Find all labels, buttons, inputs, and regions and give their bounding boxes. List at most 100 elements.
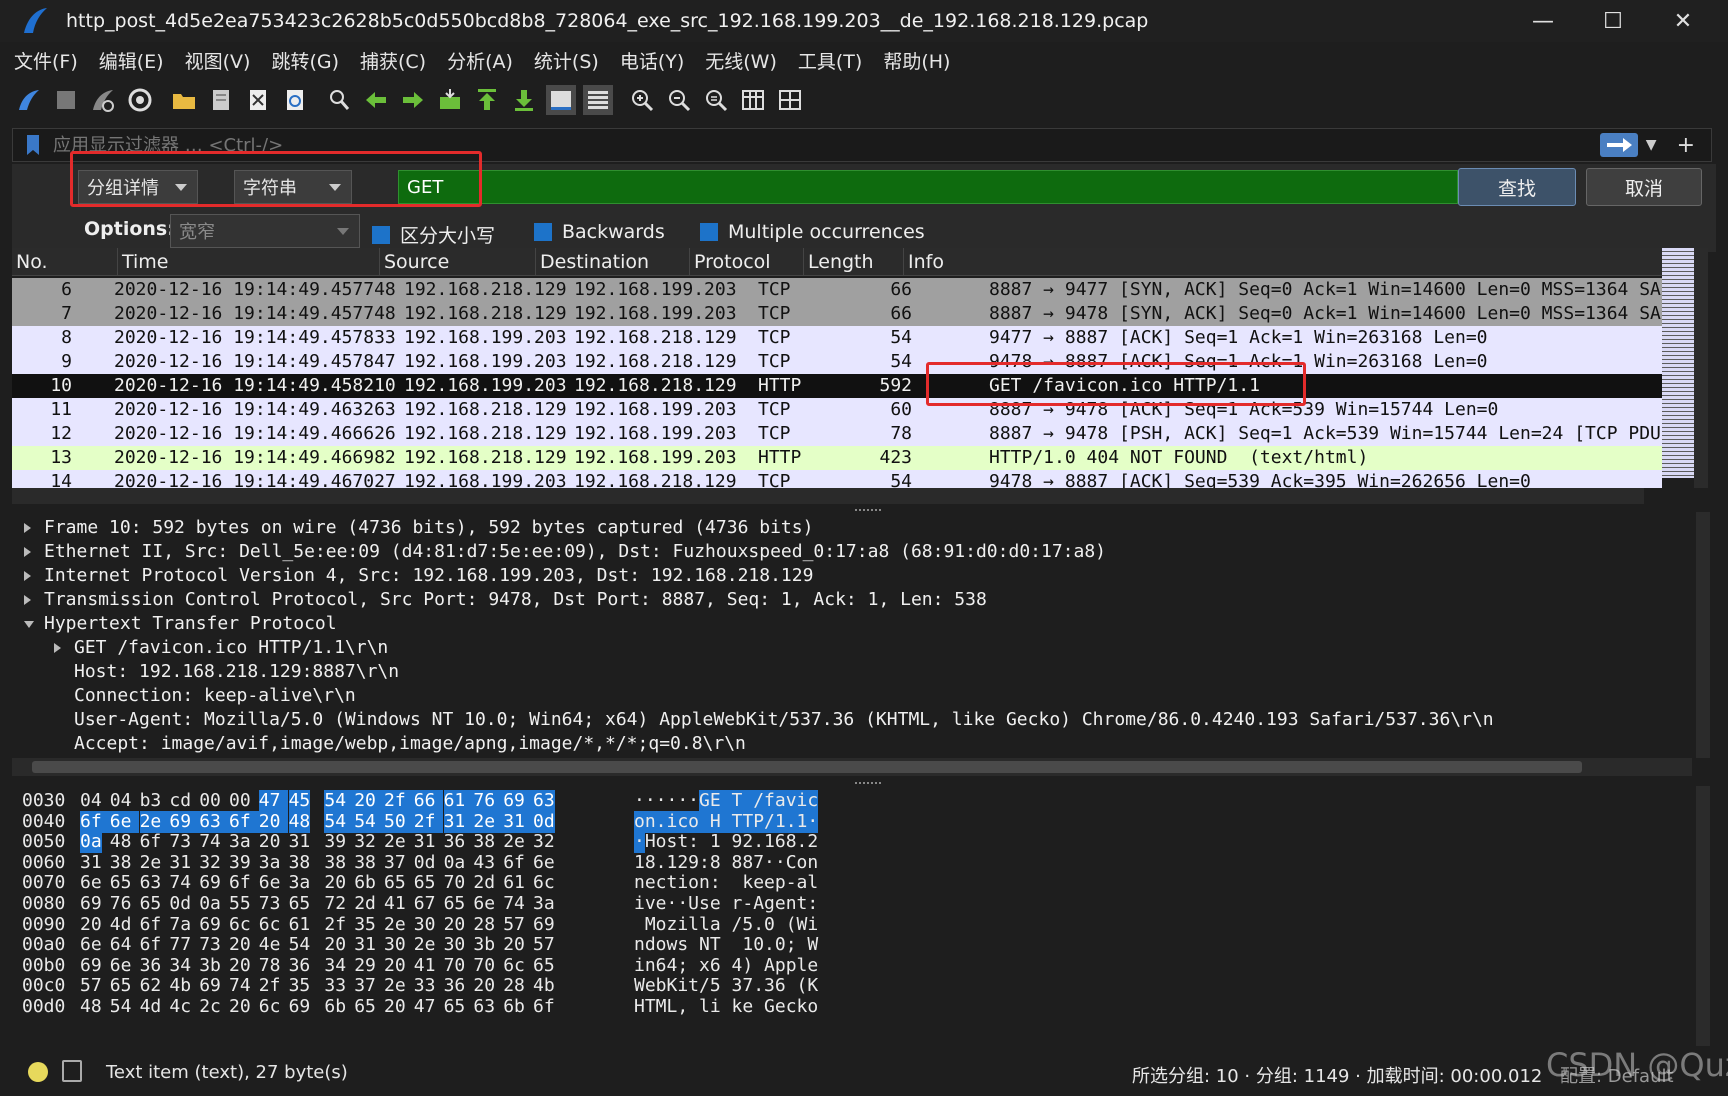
- packet-row[interactable]: 10 2020-12-16 19:14:49.458210 192.168.199.…: [12, 374, 1662, 398]
- hex-byte[interactable]: 54: [354, 810, 384, 833]
- find-input[interactable]: [398, 170, 1458, 204]
- hex-byte[interactable]: 61: [289, 914, 311, 936]
- hex-byte[interactable]: 39: [229, 852, 251, 874]
- hex-byte[interactable]: 57: [533, 934, 555, 956]
- ascii-dump[interactable]: ndows NT 10.0; W: [634, 934, 818, 956]
- hex-byte[interactable]: 73: [259, 893, 281, 915]
- hex-byte[interactable]: 65: [140, 893, 162, 915]
- packet-list-horizontal-scrollbar[interactable]: [12, 488, 1644, 504]
- hex-byte[interactable]: 20: [80, 914, 102, 936]
- hex-byte[interactable]: 0d: [414, 852, 436, 874]
- hex-byte[interactable]: 6b: [324, 996, 346, 1018]
- hex-byte[interactable]: 6b: [503, 996, 525, 1018]
- column-source[interactable]: Source: [380, 248, 536, 276]
- hex-byte[interactable]: 69: [289, 996, 311, 1018]
- column-time[interactable]: Time: [118, 248, 380, 276]
- hex-byte[interactable]: 0d: [533, 810, 555, 833]
- hex-byte[interactable]: 20: [384, 996, 406, 1018]
- hex-byte[interactable]: 65: [444, 893, 466, 915]
- hex-byte[interactable]: 31: [80, 852, 102, 874]
- hex-byte[interactable]: 31: [289, 831, 311, 853]
- hex-byte[interactable]: 6f: [140, 934, 162, 956]
- hex-byte[interactable]: 69: [80, 893, 102, 915]
- ascii-dump[interactable]: ·Host: 1 92.168.2: [634, 831, 819, 854]
- hex-byte[interactable]: 30: [444, 934, 466, 956]
- menu-tools[interactable]: 工具(T): [798, 47, 862, 74]
- hex-byte[interactable]: 54: [324, 790, 355, 812]
- hex-byte[interactable]: 2e: [140, 852, 162, 874]
- case-sensitive-checkbox[interactable]: 区分大小写: [372, 221, 495, 248]
- expand-down-icon[interactable]: [24, 621, 34, 628]
- expand-right-icon[interactable]: [24, 571, 31, 581]
- start-capture-icon[interactable]: [14, 85, 44, 115]
- hex-byte[interactable]: 2e: [503, 831, 525, 853]
- hex-byte[interactable]: 34: [324, 955, 346, 977]
- expert-info-icon[interactable]: [28, 1062, 48, 1082]
- hex-byte[interactable]: 6e: [533, 852, 555, 874]
- hex-byte[interactable]: 4e: [259, 934, 281, 956]
- go-back-icon[interactable]: [361, 85, 391, 115]
- packet-row[interactable]: 11 2020-12-16 19:14:49.463263 192.168.218.…: [12, 398, 1662, 422]
- hex-byte[interactable]: 74: [169, 872, 191, 894]
- hex-byte[interactable]: 4d: [110, 914, 132, 936]
- ascii-dump[interactable]: on.ico H TTP/1.1·: [634, 810, 819, 833]
- hex-byte[interactable]: 37: [384, 852, 406, 874]
- hex-byte[interactable]: 2f: [259, 975, 281, 997]
- hex-byte[interactable]: 6e: [109, 810, 140, 833]
- hex-byte[interactable]: 3a: [533, 893, 555, 915]
- hex-byte[interactable]: 62: [140, 975, 162, 997]
- hex-byte[interactable]: 20: [259, 831, 281, 853]
- hex-byte[interactable]: 6c: [533, 872, 555, 894]
- hex-byte[interactable]: 67: [414, 893, 436, 915]
- hex-byte[interactable]: 78: [259, 955, 281, 977]
- hex-byte[interactable]: 47: [258, 790, 289, 812]
- hex-byte[interactable]: 63: [199, 810, 229, 833]
- restart-capture-icon[interactable]: [88, 85, 118, 115]
- hex-byte[interactable]: 41: [384, 893, 406, 915]
- minimize-button[interactable]: —: [1508, 0, 1578, 42]
- hex-byte[interactable]: 65: [384, 872, 406, 894]
- hex-byte[interactable]: 31: [414, 831, 436, 853]
- hex-byte[interactable]: 0a: [199, 893, 221, 915]
- hex-byte[interactable]: 61: [443, 790, 474, 812]
- hex-byte[interactable]: 50: [384, 810, 414, 833]
- hex-byte[interactable]: 69: [503, 790, 533, 812]
- hex-byte[interactable]: 65: [110, 975, 132, 997]
- hex-byte[interactable]: 6f: [503, 852, 525, 874]
- hex-byte[interactable]: 28: [503, 975, 525, 997]
- last-packet-icon[interactable]: [509, 85, 539, 115]
- hex-byte[interactable]: 7a: [169, 914, 191, 936]
- hex-byte[interactable]: 63: [533, 790, 555, 812]
- hex-byte[interactable]: 20: [324, 934, 346, 956]
- hex-byte[interactable]: 70: [473, 955, 495, 977]
- hex-byte[interactable]: 6c: [259, 996, 281, 1018]
- stop-capture-icon[interactable]: [51, 85, 81, 115]
- hex-byte[interactable]: 38: [289, 852, 311, 874]
- menu-go[interactable]: 跳转(G): [271, 47, 339, 74]
- hex-byte[interactable]: 0d: [169, 893, 191, 915]
- go-to-packet-icon[interactable]: [435, 85, 465, 115]
- hex-byte[interactable]: 54: [324, 810, 355, 833]
- hex-byte[interactable]: 65: [354, 996, 376, 1018]
- hex-byte[interactable]: 4b: [169, 975, 191, 997]
- hex-byte[interactable]: 2f: [324, 914, 346, 936]
- hex-byte[interactable]: 69: [199, 914, 221, 936]
- close-button[interactable]: ✕: [1648, 0, 1718, 42]
- capture-comment-icon[interactable]: [62, 1060, 82, 1082]
- ascii-dump[interactable]: in64; x6 4) Apple: [634, 955, 818, 977]
- hex-byte[interactable]: 31: [503, 810, 533, 833]
- hex-byte[interactable]: 2e: [139, 810, 170, 833]
- hex-byte[interactable]: 29: [354, 955, 376, 977]
- hex-byte[interactable]: 6c: [503, 955, 525, 977]
- hex-byte[interactable]: 4d: [140, 996, 162, 1018]
- hex-byte[interactable]: 69: [199, 975, 221, 997]
- hex-byte[interactable]: 37: [354, 975, 376, 997]
- hex-byte[interactable]: 0a: [80, 831, 102, 854]
- menu-telephony[interactable]: 电话(Y): [620, 47, 684, 74]
- search-type-dropdown[interactable]: 字符串: [234, 170, 352, 204]
- hex-byte[interactable]: 73: [199, 934, 221, 956]
- hex-byte[interactable]: 31: [169, 852, 191, 874]
- hex-byte[interactable]: 70: [444, 955, 466, 977]
- hex-byte[interactable]: 36: [444, 975, 466, 997]
- hex-byte[interactable]: 6c: [229, 914, 251, 936]
